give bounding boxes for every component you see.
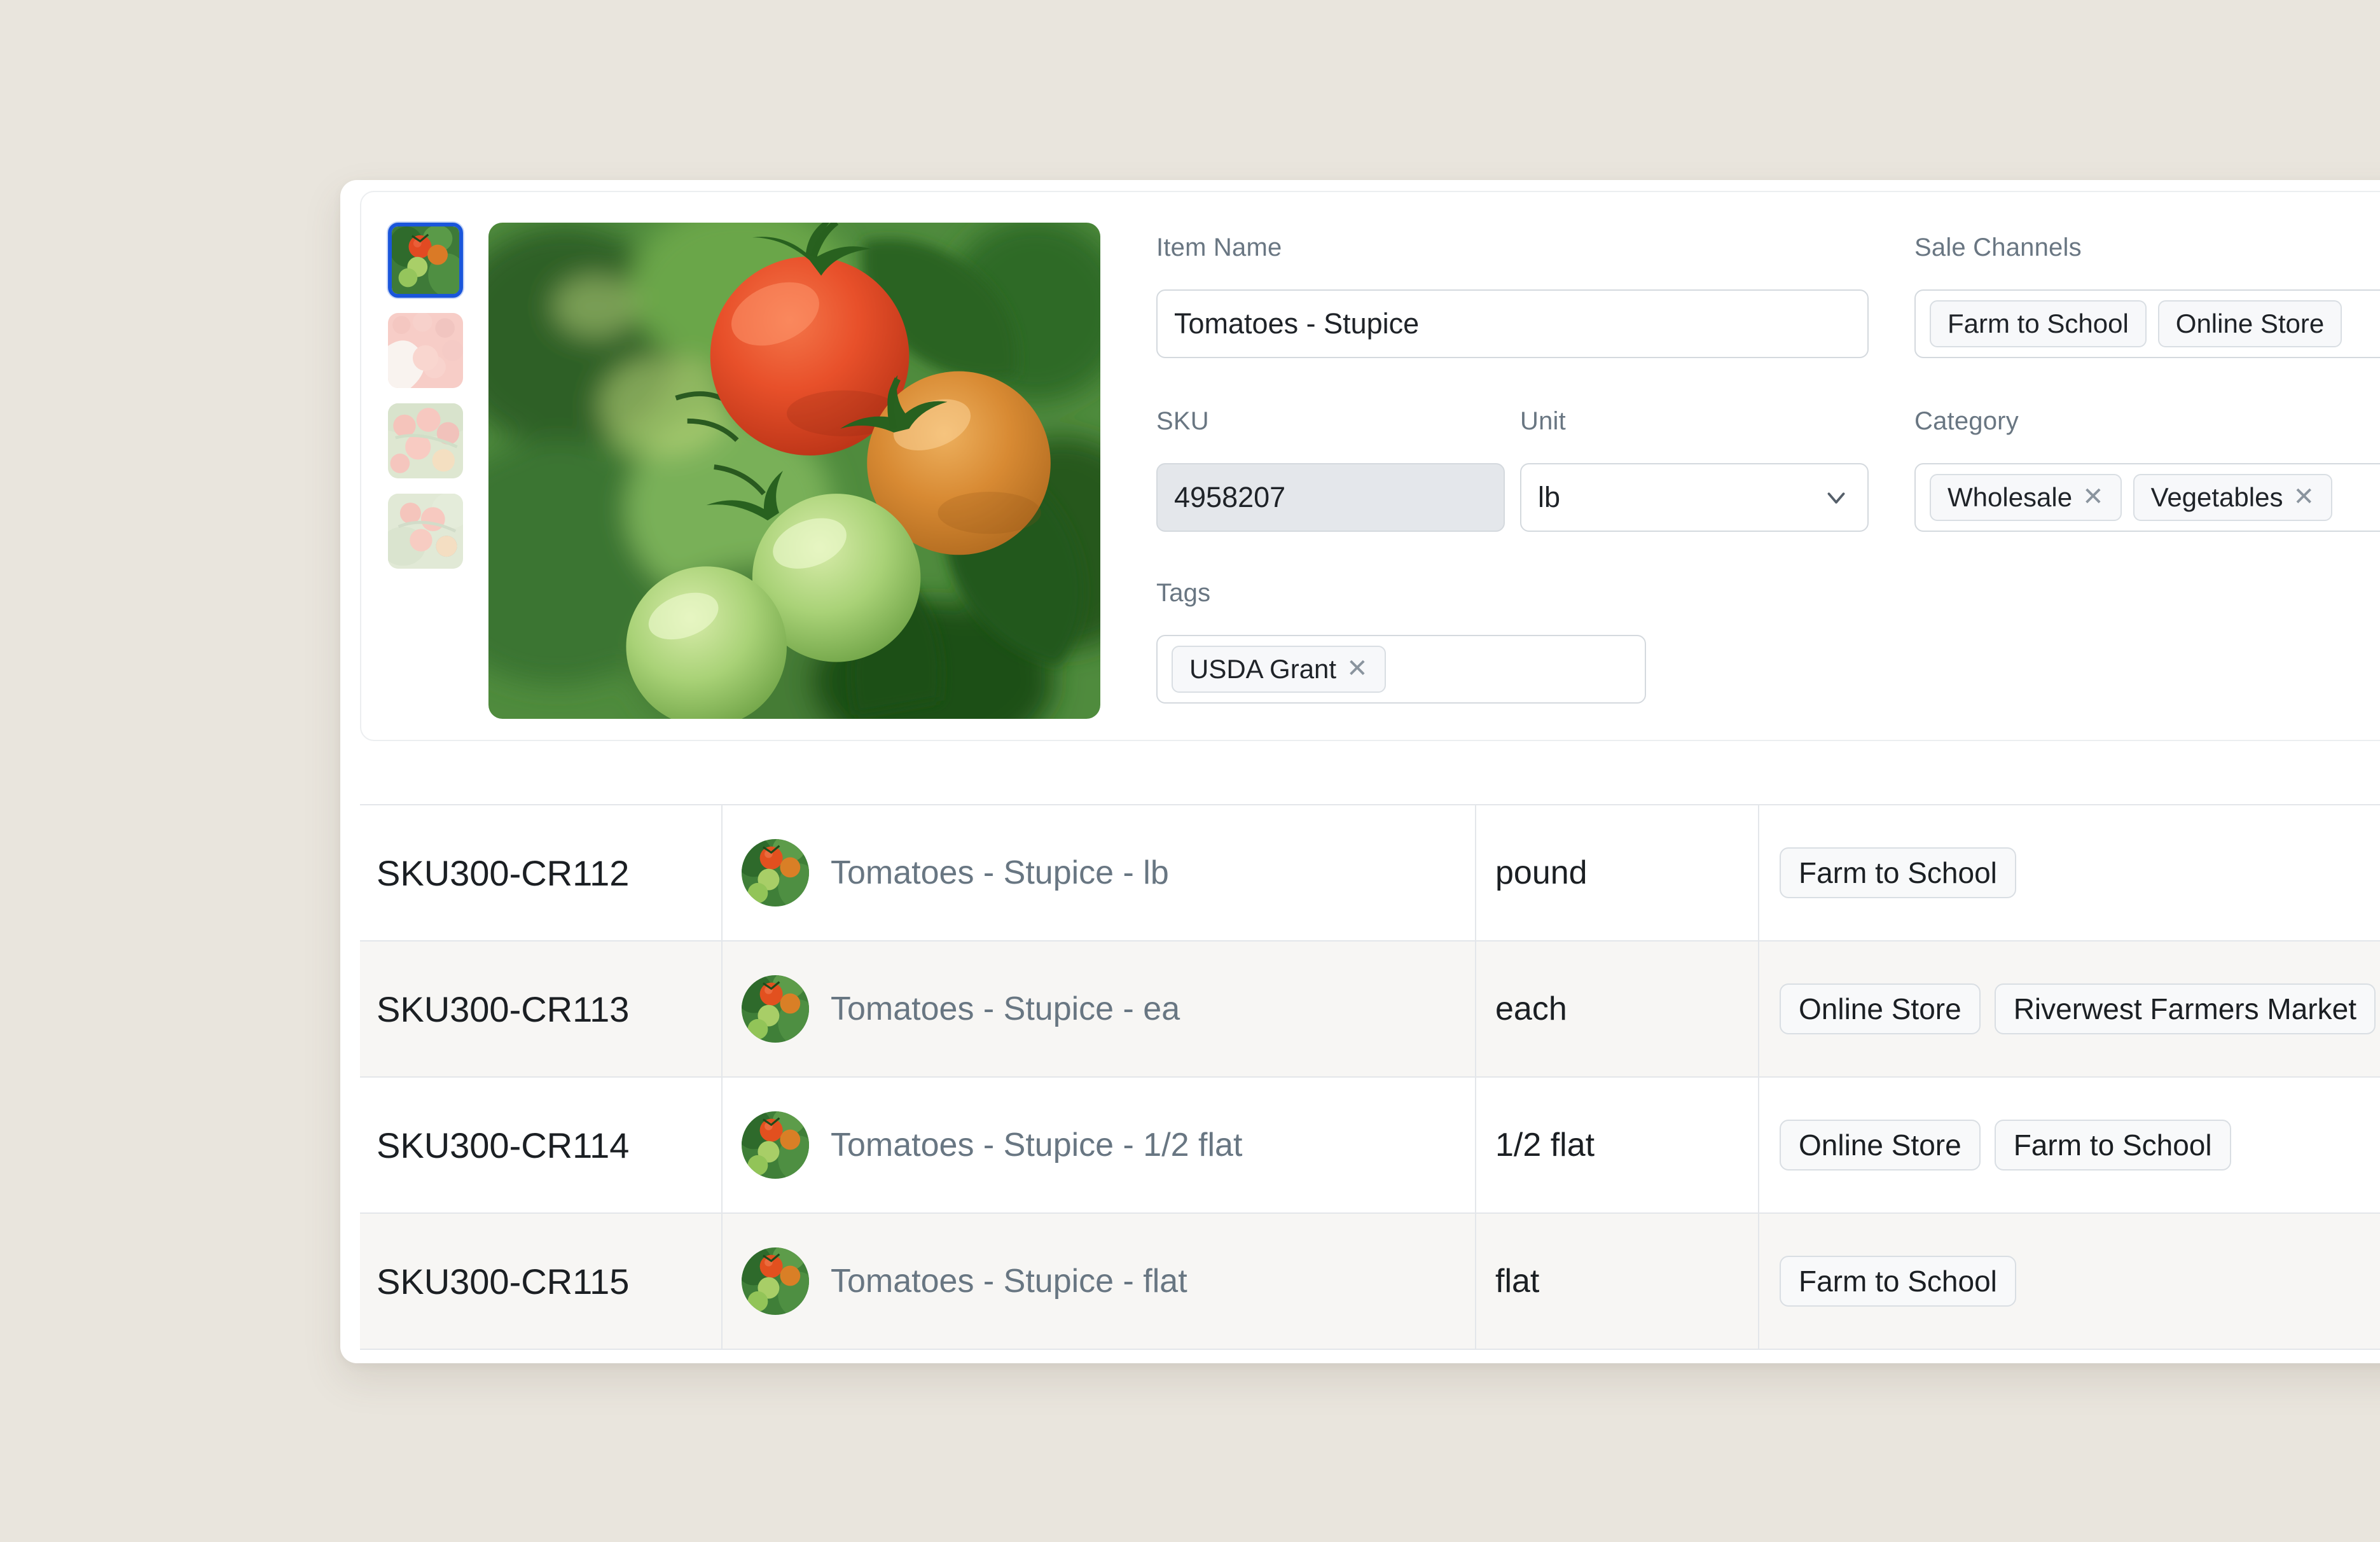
variant-unit-cell: 1/2 flat [1476,1078,1759,1212]
hero-product-image[interactable] [488,223,1100,719]
table-row[interactable]: SKU300-CR113 Tomatoes - Stupice - ea each… [360,941,2380,1078]
item-media-block [388,223,1100,719]
variant-channel-chip[interactable]: Online Store [1780,983,1981,1034]
category-chip-label: Wholesale [1948,482,2073,512]
table-row[interactable]: SKU300-CR112 Tomatoes - Stupice - lb poun… [360,805,2380,941]
item-name-value: Tomatoes - Stupice [1174,307,1420,340]
unit-select[interactable]: lb [1520,463,1869,532]
sku-label: SKU [1156,407,1209,435]
variant-table: SKU300-CR112 Tomatoes - Stupice - lb poun… [360,804,2380,1350]
variant-unit-cell: flat [1476,1214,1759,1349]
variant-channel-chip[interactable]: Farm to School [1780,847,2016,898]
variant-sku-cell: SKU300-CR115 [360,1214,723,1349]
thumbnail-hand-holding-tomatoes[interactable] [388,313,463,388]
tag-chip[interactable]: USDA Grant ✕ [1172,646,1386,693]
variant-name-cell: Tomatoes - Stupice - flat [723,1214,1476,1349]
sale-channel-chip-label: Farm to School [1948,309,2129,338]
thumbnail-ripe-tomatoes-on-branch[interactable] [388,494,463,569]
variant-unit-cell: pound [1476,805,1759,940]
variant-sku-cell: SKU300-CR113 [360,941,723,1076]
close-icon[interactable]: ✕ [2293,484,2314,510]
variant-sku-cell: SKU300-CR114 [360,1078,723,1212]
close-icon[interactable]: ✕ [1346,656,1368,681]
sale-channel-chip-label: Online Store [2175,309,2325,338]
chevron-down-icon[interactable] [1822,483,1851,512]
variant-name-cell: Tomatoes - Stupice - ea [723,941,1476,1076]
variant-name-text: Tomatoes - Stupice - flat [831,1263,1187,1300]
sale-channels-input[interactable]: Farm to School Online Store [1914,289,2380,358]
category-input[interactable]: Wholesale ✕ Vegetables ✕ [1914,463,2380,532]
variant-channels-cell: Online Store Riverwest Farmers Market [1759,941,2380,1076]
variant-channel-chip[interactable]: Farm to School [1780,1256,2016,1307]
unit-value: lb [1538,481,1561,513]
tags-label: Tags [1156,579,1211,607]
close-icon[interactable]: ✕ [2082,484,2104,510]
variant-sku-cell: SKU300-CR112 [360,805,723,940]
unit-label: Unit [1520,407,1566,435]
thumbnail-tomatoes-on-vine[interactable] [388,223,463,298]
item-name-label: Item Name [1156,233,1282,261]
sale-channel-chip[interactable]: Online Store [2157,300,2342,347]
sku-input: 4958207 [1156,463,1505,532]
tags-input[interactable]: USDA Grant ✕ [1156,635,1646,704]
variant-name-cell: Tomatoes - Stupice - 1/2 flat [723,1078,1476,1212]
variant-name-text: Tomatoes - Stupice - 1/2 flat [831,1127,1243,1163]
sale-channels-label: Sale Channels [1914,233,2082,261]
thumbnail-rail [388,223,463,569]
variant-thumbnail-icon [742,1247,809,1315]
variant-channel-chip[interactable]: Online Store [1780,1120,1981,1170]
tag-chip-label: USDA Grant [1189,654,1337,684]
variant-name-text: Tomatoes - Stupice - ea [831,990,1180,1027]
category-label: Category [1914,407,2019,435]
variant-name-cell: Tomatoes - Stupice - lb [723,805,1476,940]
table-row[interactable]: SKU300-CR115 Tomatoes - Stupice - flat fl… [360,1214,2380,1350]
variant-channels-cell: Farm to School [1759,1214,2380,1349]
item-name-input[interactable]: Tomatoes - Stupice [1156,289,1869,358]
category-chip-label: Vegetables [2150,482,2283,512]
variant-channel-chip[interactable]: Farm to School [1994,1120,2231,1170]
variant-channel-chip[interactable]: Riverwest Farmers Market [1994,983,2376,1034]
variant-unit-cell: each [1476,941,1759,1076]
variant-channels-cell: Farm to School [1759,805,2380,940]
thumbnail-cluster-of-red-tomatoes[interactable] [388,403,463,478]
variant-thumbnail-icon [742,975,809,1043]
table-row[interactable]: SKU300-CR114 Tomatoes - Stupice - 1/2 fl… [360,1078,2380,1214]
sale-channel-chip[interactable]: Farm to School [1930,300,2147,347]
variant-thumbnail-icon [742,839,809,906]
category-chip[interactable]: Wholesale ✕ [1930,474,2122,521]
sku-value: 4958207 [1174,481,1286,513]
category-chip[interactable]: Vegetables ✕ [2133,474,2332,521]
variant-thumbnail-icon [742,1111,809,1179]
variant-channels-cell: Online Store Farm to School [1759,1078,2380,1212]
variant-name-text: Tomatoes - Stupice - lb [831,854,1169,891]
